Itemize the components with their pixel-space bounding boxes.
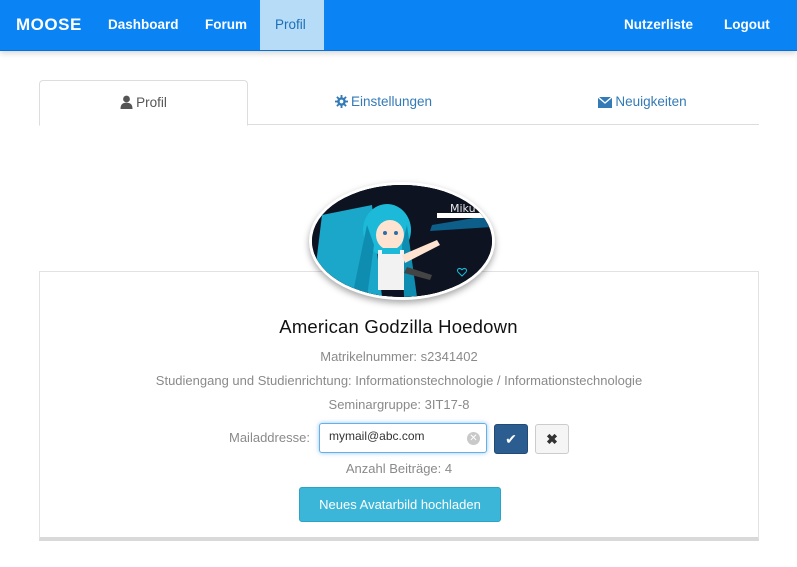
profile-tabs: Profil Einstellungen Neuigkeiten <box>39 80 759 126</box>
profile-name: American Godzilla Hoedown <box>279 316 518 337</box>
user-icon <box>120 83 133 126</box>
avatar: Miku <box>309 182 495 300</box>
tab-einstellungen-label: Einstellungen <box>350 94 433 109</box>
mail-input-wrapper: ✕ <box>319 423 487 453</box>
tab-neuigkeiten[interactable]: Neuigkeiten <box>539 80 746 123</box>
cancel-button[interactable]: ✖ <box>535 424 569 454</box>
top-navbar: MOOSE Dashboard Forum Profil Nutzerliste… <box>0 0 797 51</box>
nav-dashboard[interactable]: Dashboard <box>93 0 194 50</box>
beitraege-count: Anzahl Beiträge: 4 <box>345 461 453 476</box>
upload-avatar-button[interactable]: Neues Avatarbild hochladen <box>299 487 501 522</box>
nav-nutzerliste[interactable]: Nutzerliste <box>609 0 708 50</box>
nav-logout[interactable]: Logout <box>709 0 785 50</box>
mail-label: Mailaddresse: <box>229 430 310 445</box>
mail-row: Mailaddresse: ✕ ✔ ✖ <box>0 423 797 454</box>
confirm-button[interactable]: ✔ <box>494 424 528 454</box>
nav-profil[interactable]: Profil <box>260 0 324 50</box>
avatar-caption: Miku <box>450 202 476 215</box>
gear-icon <box>334 82 348 125</box>
checkmark-icon: ✔ <box>505 431 517 447</box>
studiengang: Studiengang und Studienrichtung: Informa… <box>155 373 643 388</box>
tab-neuigkeiten-label: Neuigkeiten <box>615 94 687 109</box>
seminargruppe: Seminargruppe: 3IT17-8 <box>328 397 470 412</box>
tab-einstellungen[interactable]: Einstellungen <box>280 80 487 123</box>
tab-profil-label: Profil <box>136 95 167 110</box>
clear-icon[interactable]: ✕ <box>467 432 480 445</box>
matrikelnummer: Matrikelnummer: s2341402 <box>320 349 478 364</box>
brand-logo[interactable]: MOOSE <box>16 0 82 50</box>
nav-forum[interactable]: Forum <box>190 0 262 50</box>
close-icon: ✖ <box>546 431 558 447</box>
envelope-icon <box>597 82 613 125</box>
tab-profil[interactable]: Profil <box>39 80 248 126</box>
email-field[interactable] <box>329 429 465 443</box>
